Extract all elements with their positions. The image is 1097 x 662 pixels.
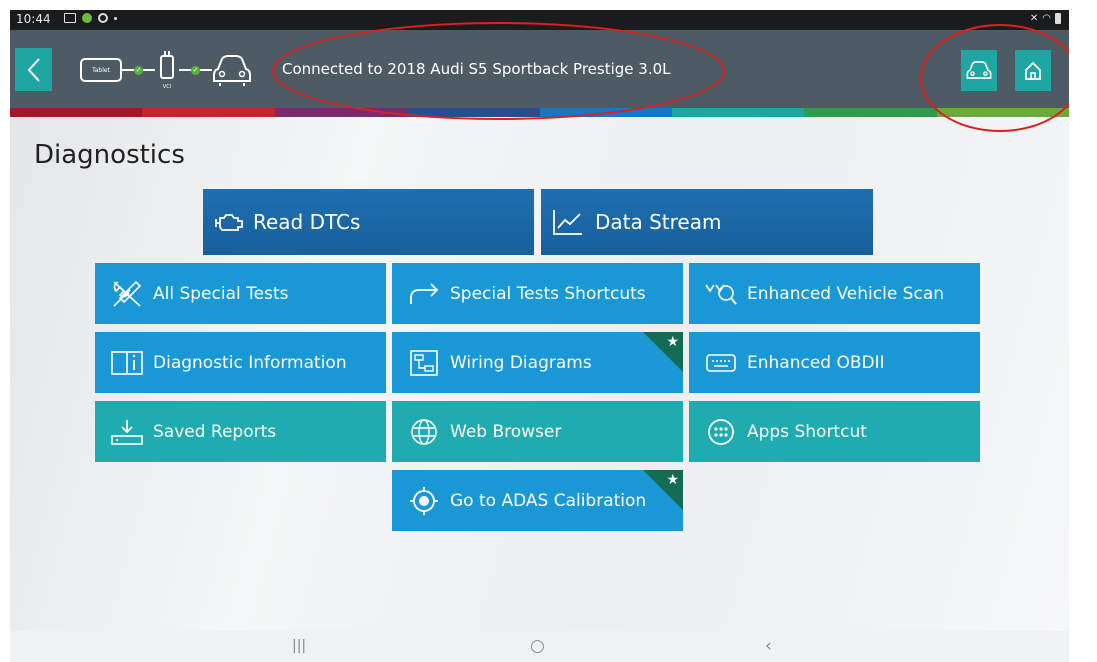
star-icon: ★ xyxy=(666,334,679,350)
special-tests-shortcuts-label: Special Tests Shortcuts xyxy=(450,283,646,304)
status-time: 10:44 xyxy=(16,12,51,26)
wiring-diagrams-button[interactable]: Wiring Diagrams ★ xyxy=(392,332,683,393)
scan-icon xyxy=(701,281,741,307)
annotation-oval-buttons xyxy=(920,24,1069,132)
read-dtcs-button[interactable]: Read DTCs xyxy=(203,189,534,255)
wifi-icon: ◠ xyxy=(1042,13,1051,24)
enhanced-obdii-button[interactable]: Enhanced OBDII xyxy=(689,332,980,393)
enhanced-vehicle-scan-label: Enhanced Vehicle Scan xyxy=(747,283,945,304)
web-browser-label: Web Browser xyxy=(450,421,562,442)
data-stream-label: Data Stream xyxy=(595,210,722,234)
enhanced-vehicle-scan-button[interactable]: Enhanced Vehicle Scan xyxy=(689,263,980,324)
connected-dot: ✓ xyxy=(134,65,143,75)
all-special-tests-label: All Special Tests xyxy=(153,283,289,304)
target-icon xyxy=(404,486,444,516)
special-tests-shortcuts-button[interactable]: Special Tests Shortcuts xyxy=(392,263,683,324)
vci-icon: VCI xyxy=(155,50,179,90)
gallery-icon xyxy=(64,13,76,23)
home-nav-button[interactable]: ○ xyxy=(530,636,545,656)
all-special-tests-button[interactable]: All Special Tests xyxy=(95,263,386,324)
apps-icon xyxy=(701,417,741,447)
diagnostic-information-button[interactable]: Diagnostic Information xyxy=(95,332,386,393)
tablet-screen: 10:44 ✕ ◠ Tablet ✓ VCI ✓ Connected to 20… xyxy=(10,10,1069,662)
android-nav-bar: ||| ○ ‹ xyxy=(10,631,1069,662)
saved-reports-button[interactable]: Saved Reports xyxy=(95,401,386,462)
connection-chain: Tablet ✓ VCI ✓ xyxy=(80,50,252,90)
tablet-label: Tablet xyxy=(92,66,110,74)
recents-nav-button[interactable]: ||| xyxy=(292,638,306,654)
apps-shortcut-label: Apps Shortcut xyxy=(747,421,867,442)
keyboard-icon xyxy=(701,353,741,373)
globe-icon xyxy=(404,417,444,447)
wiring-icon xyxy=(404,349,444,377)
tools-icon xyxy=(107,278,147,310)
apps-shortcut-button[interactable]: Apps Shortcut xyxy=(689,401,980,462)
data-stream-button[interactable]: Data Stream xyxy=(541,189,873,255)
engine-icon xyxy=(213,212,245,232)
app-notification-icon xyxy=(82,13,92,23)
redirect-arrow-icon xyxy=(404,282,444,306)
download-icon xyxy=(107,418,147,446)
back-nav-button[interactable]: ‹ xyxy=(765,636,772,656)
tablet-icon: Tablet xyxy=(80,58,122,82)
back-button[interactable] xyxy=(15,48,52,91)
read-dtcs-label: Read DTCs xyxy=(253,210,361,234)
record-icon xyxy=(98,13,108,23)
vci-label: VCI xyxy=(162,84,172,90)
page-title: Diagnostics xyxy=(34,140,185,170)
back-chevron-icon xyxy=(27,57,40,82)
battery-icon xyxy=(1055,13,1061,24)
adas-calibration-label: Go to ADAS Calibration xyxy=(450,490,647,511)
web-browser-button[interactable]: Web Browser xyxy=(392,401,683,462)
more-notifications-icon xyxy=(114,16,117,20)
system-icons: ✕ ◠ xyxy=(1030,13,1061,24)
star-icon: ★ xyxy=(666,472,679,488)
chart-icon xyxy=(551,208,585,236)
annotation-oval-connection xyxy=(272,22,725,120)
book-icon xyxy=(107,350,147,376)
diagnostic-information-label: Diagnostic Information xyxy=(153,352,347,373)
enhanced-obdii-label: Enhanced OBDII xyxy=(747,352,885,373)
connected-dot-2: ✓ xyxy=(191,65,200,75)
mute-icon: ✕ xyxy=(1029,13,1039,24)
car-icon xyxy=(213,55,251,86)
saved-reports-label: Saved Reports xyxy=(153,421,277,442)
wiring-diagrams-label: Wiring Diagrams xyxy=(450,352,592,373)
adas-calibration-button[interactable]: Go to ADAS Calibration ★ xyxy=(392,470,683,531)
status-icons xyxy=(64,13,117,23)
